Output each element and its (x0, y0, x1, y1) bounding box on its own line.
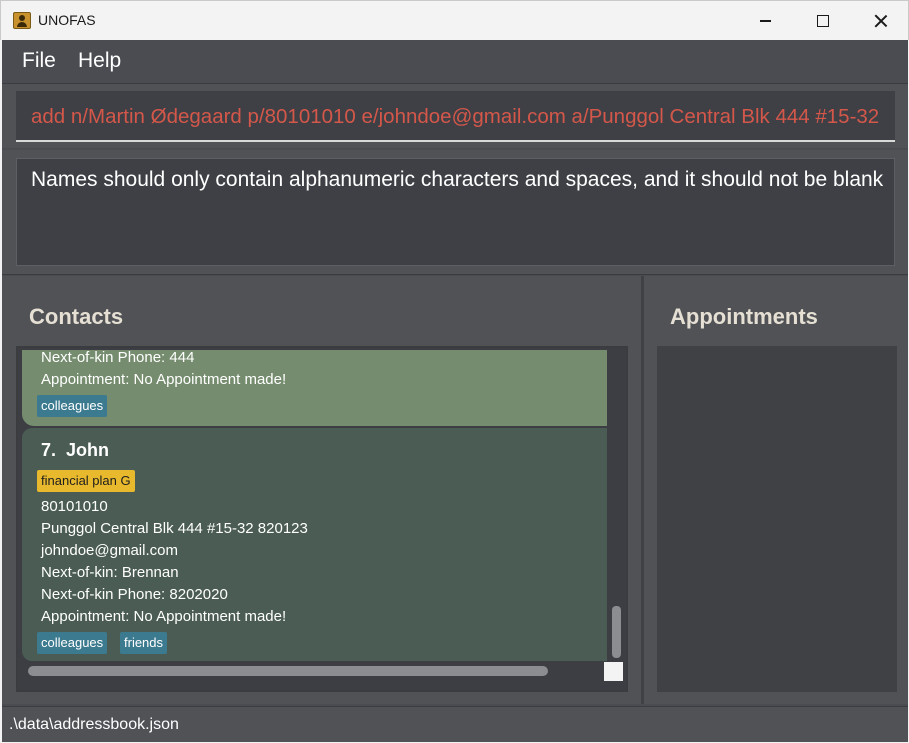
menu-help[interactable]: Help (78, 49, 121, 73)
contacts-panel: Contacts Next-of-kin Phone: 444 Appointm… (2, 276, 641, 704)
contact-index: 7. (41, 440, 57, 460)
contact-email: johndoe@gmail.com (41, 542, 178, 559)
contact-address: Punggol Central Blk 444 #15-32 820123 (41, 520, 308, 537)
contact-card[interactable]: 7. John financial plan G 80101010 Punggo… (22, 428, 607, 661)
appointments-panel: Appointments (644, 276, 908, 704)
command-pane: add n/Martin Ødegaard p/80101010 e/johnd… (2, 84, 908, 148)
minimize-button[interactable] (736, 1, 794, 41)
contacts-title: Contacts (29, 304, 124, 329)
contact-appointment: Appointment: No Appointment made! (41, 371, 287, 388)
close-icon (874, 14, 888, 28)
vertical-scroll-thumb[interactable] (612, 606, 621, 658)
minimize-icon (759, 20, 771, 22)
tag-badge: friends (120, 632, 168, 654)
contact-list[interactable]: Next-of-kin Phone: 444 Appointment: No A… (16, 346, 628, 692)
command-input[interactable]: add n/Martin Ødegaard p/80101010 e/johnd… (16, 91, 895, 142)
contact-phone: 80101010 (41, 498, 108, 515)
tag-badge: colleagues (37, 395, 108, 417)
close-button[interactable] (852, 1, 909, 41)
contact-card-selected[interactable]: Next-of-kin Phone: 444 Appointment: No A… (22, 350, 607, 426)
contact-name-text: John (66, 440, 110, 460)
horizontal-scrollbar[interactable] (22, 662, 607, 679)
appointments-title: Appointments (670, 304, 818, 329)
contact-nok-phone: Next-of-kin Phone: 444 (41, 350, 195, 366)
data-file-path: .\data\addressbook.json (9, 716, 179, 733)
status-bar: .\data\addressbook.json (2, 706, 908, 742)
result-pane: Names should only contain alphanumeric c… (2, 150, 908, 274)
contact-nok-phone: Next-of-kin Phone: 8202020 (41, 586, 228, 603)
scroll-corner (604, 662, 623, 681)
contact-appointment: Appointment: No Appointment made! (41, 608, 287, 625)
menu-file[interactable]: File (22, 49, 56, 73)
contact-nok: Next-of-kin: Brennan (41, 564, 179, 581)
vertical-scrollbar[interactable] (608, 350, 624, 662)
result-display[interactable]: Names should only contain alphanumeric c… (16, 158, 895, 266)
app-icon (13, 12, 31, 29)
appointment-list[interactable] (657, 346, 897, 692)
tag-badge: colleagues (37, 632, 108, 654)
window-title: UNOFAS (38, 12, 96, 28)
app-window: File Help add n/Martin Ødegaard p/801010… (2, 40, 908, 742)
divider (2, 274, 908, 275)
menu-bar: File Help (2, 40, 908, 84)
maximize-button[interactable] (794, 1, 852, 41)
financial-plan-badge: financial plan G (37, 470, 135, 492)
window-titlebar: UNOFAS (0, 0, 909, 40)
maximize-icon (817, 15, 829, 27)
command-text: add n/Martin Ødegaard p/80101010 e/johnd… (31, 105, 880, 128)
horizontal-scroll-thumb[interactable] (28, 666, 548, 676)
contact-list-viewport: Next-of-kin Phone: 444 Appointment: No A… (22, 350, 607, 662)
result-message: Names should only contain alphanumeric c… (31, 168, 884, 191)
contact-name: 7. John (41, 440, 109, 461)
